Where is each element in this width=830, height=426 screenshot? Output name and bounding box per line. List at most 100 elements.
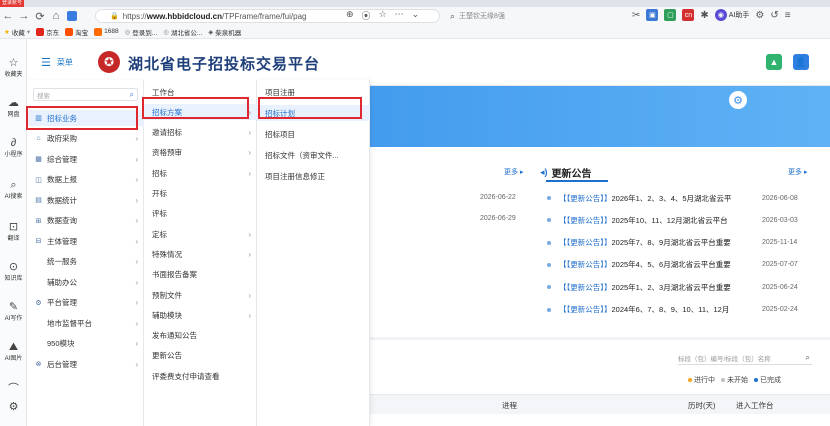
- rail-favorites[interactable]: ☆ 收藏夹: [0, 57, 27, 78]
- news-title: 2025年1、2、3月湖北省云平台重要: [611, 282, 731, 292]
- news-title: 2025年4、5、6月湖北省云平台重要: [611, 260, 731, 270]
- login-badge[interactable]: 登录账号: [0, 0, 25, 7]
- browser-search-box[interactable]: ⌕ 王楚钦无缘8强: [446, 9, 626, 23]
- chevron-right-icon: ›: [135, 298, 138, 307]
- news-title: 2024年6、7、8、9、10、11、12月: [611, 305, 730, 314]
- menu-l2-item[interactable]: 特殊情况 ›: [144, 246, 257, 262]
- zoom-icon[interactable]: ⊕: [346, 9, 354, 22]
- banner-settings-icon[interactable]: ⚙: [729, 91, 747, 109]
- menu-search-input[interactable]: 搜索 ⌕: [33, 88, 138, 101]
- left-news-date: 2026-06-22: [480, 194, 516, 201]
- more-dots-icon[interactable]: ⋯: [395, 9, 404, 22]
- rail-translate[interactable]: ⊡ 翻译: [0, 221, 27, 242]
- rail-knowledge-base[interactable]: ⊙ 知识库: [0, 261, 27, 282]
- admin-icon: ⊗: [35, 361, 42, 368]
- menu-l2-item[interactable]: 发布通知公告: [144, 328, 257, 344]
- menu-l2-item[interactable]: 评标: [144, 206, 257, 222]
- ai-image-icon: ⛰: [8, 341, 19, 353]
- legend-completed: 已完成: [754, 375, 781, 385]
- rail-ai-search[interactable]: ⌕ AI搜索: [0, 179, 27, 200]
- menu-l2-item[interactable]: 定标 ›: [144, 226, 257, 242]
- menu-l1-item[interactable]: ⊗ 后台管理 ›: [27, 356, 144, 372]
- rail-settings[interactable]: ⚙: [0, 401, 27, 413]
- menu-l1-item[interactable]: ⊞ 数据查询 ›: [27, 213, 144, 229]
- menu-l2-item[interactable]: 开标: [144, 186, 257, 202]
- bookmark-taobao[interactable]: 淘宝: [65, 27, 88, 37]
- menu-level-2: 工作台 招标方案 › 邀请招标 › 资格预审 › 招标 › 开标 评标 定标 › 特殊情况 › 书面报告备案预…: [144, 80, 257, 426]
- menu-toggle-button[interactable]: ☰ 菜单: [41, 56, 73, 69]
- menu-l2-item[interactable]: 辅助模块 ›: [144, 307, 257, 323]
- undo-icon[interactable]: ↺: [770, 10, 778, 21]
- home-icon[interactable]: ⌂: [48, 8, 64, 24]
- rail-ai-image[interactable]: ⛰ AI图片: [0, 341, 27, 362]
- forward-icon[interactable]: →: [16, 8, 32, 24]
- menu-l2-item[interactable]: 招标 ›: [144, 165, 257, 181]
- menu-l1-item-label: 综合管理: [47, 154, 77, 164]
- menu-l2-item-label: 招标: [152, 168, 167, 178]
- menu-l2-item[interactable]: 资格预审 ›: [144, 145, 257, 161]
- menu-l2-item[interactable]: 更新公告: [144, 348, 257, 364]
- menu-l3-item[interactable]: 招标文件（资审文件...: [257, 147, 370, 163]
- menu-l1-item[interactable]: 地市监督平台 ›: [27, 315, 144, 331]
- cut-icon[interactable]: ✂: [632, 10, 640, 21]
- menu-l1-item[interactable]: ⚙ 平台管理 ›: [27, 295, 144, 311]
- news-list-item[interactable]: 【【更新公告】】 2025年4、5、6月湖北省云平台重要 2025-07-07: [547, 259, 827, 271]
- rail-chart-icon[interactable]: ⌒: [0, 383, 27, 395]
- menu-l1-item[interactable]: 统一服务 ›: [27, 254, 144, 270]
- extension-green-icon[interactable]: ▢: [664, 9, 677, 21]
- bookmark-jd[interactable]: 京东: [36, 27, 59, 37]
- site-logo-icon: ✪: [98, 51, 120, 73]
- menu-l1-item[interactable]: ▦ 综合管理 ›: [27, 151, 144, 167]
- bookmark-chaiquan[interactable]: ◈ 柴泉机器: [208, 27, 241, 37]
- menu-l1-item[interactable]: ⊟ 主体管理 ›: [27, 233, 144, 249]
- column-duration: 历时(天): [688, 401, 716, 410]
- bookmark-favorites[interactable]: ★ 收藏 ▾: [4, 27, 30, 37]
- menu-l2-item-label: 辅助模块: [152, 310, 182, 320]
- menu-l1-item[interactable]: 950模块 ›: [27, 336, 144, 352]
- extension-screenshot-icon[interactable]: ▣: [646, 9, 659, 21]
- rail-mini-program[interactable]: ∂ 小程序: [0, 137, 27, 158]
- browser-search-text: 王楚钦无缘8强: [459, 13, 505, 20]
- news-list-item[interactable]: 【【更新公告】】 2026年1、2、3、4、5月湖北省云平 2026-06-08: [547, 192, 827, 204]
- menu-l2-item[interactable]: 评委费支付申请查看: [144, 368, 257, 384]
- menu-l3-item[interactable]: 招标项目: [257, 126, 370, 142]
- rail-cloud-drive[interactable]: ☁ 网盘: [0, 97, 27, 118]
- user-settings-icon[interactable]: ⚙: [755, 10, 764, 21]
- menu-l2-item[interactable]: 预制文件 ›: [144, 287, 257, 303]
- menu-l2-item[interactable]: 书面报告备案: [144, 267, 257, 283]
- chevron-right-icon: ›: [248, 249, 251, 259]
- more-link-right[interactable]: 更多 ▸: [788, 167, 807, 177]
- bookmark-star-icon[interactable]: ☆: [379, 9, 387, 22]
- bookmark-hubei[interactable]: ◎ 湖北省公...: [163, 27, 202, 37]
- menu-l3-item[interactable]: 项目注册信息修正: [257, 168, 370, 184]
- bookmark-login[interactable]: ◎ 登录到...: [125, 27, 158, 37]
- search-icon: ⌕: [805, 352, 810, 362]
- menu-l1-item[interactable]: ▤ 数据统计 ›: [27, 192, 144, 208]
- security-shield-icon[interactable]: ⦿: [362, 9, 371, 22]
- extension-puzzle-icon[interactable]: ✱: [700, 10, 708, 21]
- notification-icon[interactable]: ▲: [766, 54, 782, 70]
- hamburger-icon: ☰: [41, 57, 51, 69]
- browser-logo-icon[interactable]: [64, 8, 80, 24]
- menu-l1-item[interactable]: ◫ 数据上报 ›: [27, 172, 144, 188]
- browser-side-rail: ☆ 收藏夹 ☁ 网盘 ∂ 小程序 ⌕ AI搜索 ⊡ 翻译 ⊙ 知识库 ✎ AI写作 ⛰ AI图片…: [0, 39, 27, 426]
- dropdown-chevron-icon[interactable]: ⌄: [412, 9, 420, 22]
- more-link-left[interactable]: 更多 ▸: [504, 167, 523, 177]
- news-list-item[interactable]: 【【更新公告】】 2025年1、2、3月湖北省云平台重要 2025-06-24: [547, 281, 827, 293]
- bookmark-1688[interactable]: 1688: [94, 27, 119, 36]
- reload-icon[interactable]: ⟳: [32, 8, 48, 24]
- news-list-item[interactable]: 【【更新公告】】 2025年7、8、9月湖北省云平台重要 2025-11-14: [547, 237, 827, 249]
- news-list-item[interactable]: 【【更新公告】】 2025年10、11、12月湖北省云平台 2026-03-03: [547, 214, 827, 226]
- section-search-input[interactable]: 标段（包）编号/标段（包）名称 ⌕: [678, 351, 812, 365]
- user-profile-icon[interactable]: 👤: [793, 54, 809, 70]
- rail-ai-writing[interactable]: ✎ AI写作: [0, 301, 27, 322]
- back-icon[interactable]: ←: [0, 8, 16, 24]
- menu-l2-item[interactable]: 邀请招标 ›: [144, 125, 257, 141]
- extension-red-icon[interactable]: cn: [682, 9, 695, 21]
- menu-l1-item[interactable]: 辅助办公 ›: [27, 274, 144, 290]
- menu-l1-item[interactable]: ⌂ 政府采购 ›: [27, 131, 144, 147]
- menu-lines-icon[interactable]: ≡: [785, 10, 791, 21]
- ai-helper-button[interactable]: ◉ AI助手: [714, 9, 749, 21]
- news-list-item[interactable]: 【【更新公告】】 2024年6、7、8、9、10、11、12月 2025-02-24: [547, 304, 827, 316]
- ai-search-icon: ⌕: [10, 179, 17, 191]
